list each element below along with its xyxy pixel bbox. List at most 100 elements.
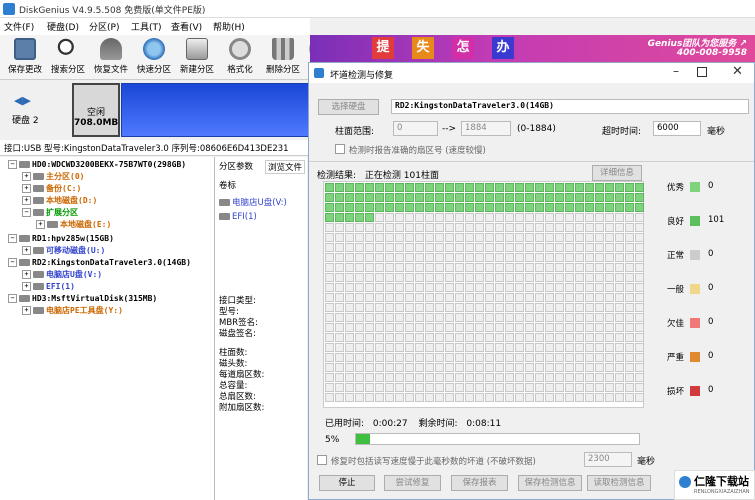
tab-browse-files[interactable]: 浏览文件	[265, 160, 306, 174]
menu-view[interactable]: 查看(V)	[171, 20, 202, 33]
expand-toggle-icon[interactable]: −	[8, 234, 17, 243]
try-repair-button[interactable]: 尝试修复	[384, 475, 441, 491]
tree-item[interactable]: + 电脑店U盘(V:)	[22, 269, 102, 281]
new-partition-button[interactable]: 新建分区	[176, 37, 218, 77]
sector-cell	[585, 183, 594, 192]
volume-item[interactable]: 电脑店U盘(V:)	[219, 196, 287, 208]
search-partition-button[interactable]: 搜索分区	[47, 37, 89, 77]
menu-partition[interactable]: 分区(P)	[89, 20, 119, 33]
save-changes-button[interactable]: 保存更改	[4, 37, 46, 77]
sector-cell	[575, 333, 584, 342]
select-disk-button[interactable]: 选择硬盘	[318, 99, 379, 115]
volume-item[interactable]: EFI(1)	[219, 212, 257, 222]
expand-toggle-icon[interactable]: +	[36, 220, 45, 229]
sector-cell	[345, 243, 354, 252]
ad-banner[interactable]: 提 失 怎 办 Genius团队为您服务 ↗ 400-008-9958	[310, 35, 755, 62]
details-button[interactable]: 详细信息	[592, 165, 642, 181]
expand-toggle-icon[interactable]: +	[22, 282, 31, 291]
sector-cell	[455, 253, 464, 262]
expand-toggle-icon[interactable]: +	[22, 196, 31, 205]
sector-cell	[495, 293, 504, 302]
expand-toggle-icon[interactable]: +	[22, 172, 31, 181]
disk-icon	[19, 295, 30, 302]
toolbar-label: 恢复文件	[93, 65, 128, 75]
partition-block[interactable]	[121, 83, 310, 137]
maximize-icon[interactable]	[697, 67, 707, 77]
sector-cell	[495, 373, 504, 382]
sector-cell	[535, 253, 544, 262]
close-icon[interactable]: ✕	[732, 64, 743, 79]
stop-button[interactable]: 停止	[319, 475, 375, 491]
tree-item[interactable]: + 电脑店PE工具盘(Y:)	[22, 305, 123, 317]
sector-cell	[475, 183, 484, 192]
tree-item[interactable]: − HD3:MsftVirtualDisk(315MB)	[8, 293, 157, 305]
legend-swatch	[690, 182, 700, 192]
tree-item[interactable]: + EFI(1)	[22, 281, 75, 293]
sector-cell	[575, 193, 584, 202]
tree-item[interactable]: + 本地磁盘(D:)	[22, 195, 97, 207]
expand-toggle-icon[interactable]: +	[22, 184, 31, 193]
sector-cell	[325, 303, 334, 312]
disk-icon	[219, 199, 230, 206]
repair-ms-input[interactable]: 2300	[584, 452, 632, 467]
sector-cell	[345, 373, 354, 382]
sector-cell	[565, 373, 574, 382]
nav-arrows-icon[interactable]: ◀▶	[14, 94, 31, 107]
cylinder-start-input[interactable]: 0	[393, 121, 438, 136]
menu-disk[interactable]: 硬盘(D)	[47, 20, 79, 33]
save-report-button[interactable]: 保存报表	[451, 475, 508, 491]
tree-item[interactable]: − HD0:WDCWD3200BEKX-75B7WT0(298GB)	[8, 159, 186, 171]
sector-cell	[335, 353, 344, 362]
sector-cell	[605, 283, 614, 292]
tree-item[interactable]: − RD2:KingstonDataTraveler3.0(14GB)	[8, 257, 191, 269]
cylinder-end-input[interactable]: 1884	[461, 121, 511, 136]
tree-item[interactable]: − 扩展分区	[22, 207, 78, 219]
sector-cell	[625, 303, 634, 312]
expand-toggle-icon[interactable]: +	[22, 306, 31, 315]
sector-cell	[555, 253, 564, 262]
quick-partition-button[interactable]: 快速分区	[133, 37, 175, 77]
tree-item[interactable]: + 主分区(0)	[22, 171, 84, 183]
save-scan-info-button[interactable]: 保存检测信息	[518, 475, 582, 491]
sector-cell	[445, 373, 454, 382]
expand-toggle-icon[interactable]: +	[22, 270, 31, 279]
expand-toggle-icon[interactable]: −	[8, 294, 17, 303]
sector-cell	[485, 203, 494, 212]
load-scan-info-button[interactable]: 读取检测信息	[587, 475, 651, 491]
free-space-block[interactable]: 空闲 708.0MB	[72, 83, 120, 137]
report-sector-checkbox[interactable]	[335, 144, 345, 154]
sector-cell	[475, 363, 484, 372]
tree-item[interactable]: + 可移动磁盘(U:)	[22, 245, 105, 257]
delete-partition-button[interactable]: 删除分区	[262, 37, 304, 77]
menu-help[interactable]: 帮助(H)	[213, 20, 245, 33]
sector-cell	[525, 343, 534, 352]
sector-cell	[405, 193, 414, 202]
sector-cell	[445, 283, 454, 292]
tab-partition-params[interactable]: 分区参数	[219, 160, 253, 172]
recover-files-button[interactable]: 恢复文件	[90, 37, 132, 77]
expand-toggle-icon[interactable]: −	[8, 160, 17, 169]
legend-label: 良好	[667, 217, 685, 227]
sector-cell	[555, 333, 564, 342]
expand-toggle-icon[interactable]: −	[8, 258, 17, 267]
timeout-input[interactable]: 6000	[653, 121, 701, 136]
sector-cell	[525, 313, 534, 322]
sector-cell	[435, 343, 444, 352]
menu-file[interactable]: 文件(F)	[4, 20, 34, 33]
expand-toggle-icon[interactable]: +	[22, 246, 31, 255]
tree-item[interactable]: + 备份(C:)	[22, 183, 81, 195]
tree-item[interactable]: − RD1:hpv285w(15GB)	[8, 233, 114, 245]
watermark-logo-icon	[679, 476, 691, 488]
sector-cell	[425, 253, 434, 262]
menu-tools[interactable]: 工具(T)	[131, 20, 162, 33]
sector-cell	[425, 183, 434, 192]
tree-item[interactable]: + 本地磁盘(E:)	[36, 219, 111, 231]
format-button[interactable]: 格式化	[219, 37, 261, 77]
minimize-icon[interactable]: –	[673, 64, 679, 78]
sector-cell	[525, 213, 534, 222]
tree-item-label: 可移动磁盘(U:)	[46, 246, 106, 255]
repair-slow-checkbox[interactable]	[317, 455, 327, 465]
sector-cell	[365, 383, 374, 392]
expand-toggle-icon[interactable]: −	[22, 208, 31, 217]
sector-cell	[435, 363, 444, 372]
